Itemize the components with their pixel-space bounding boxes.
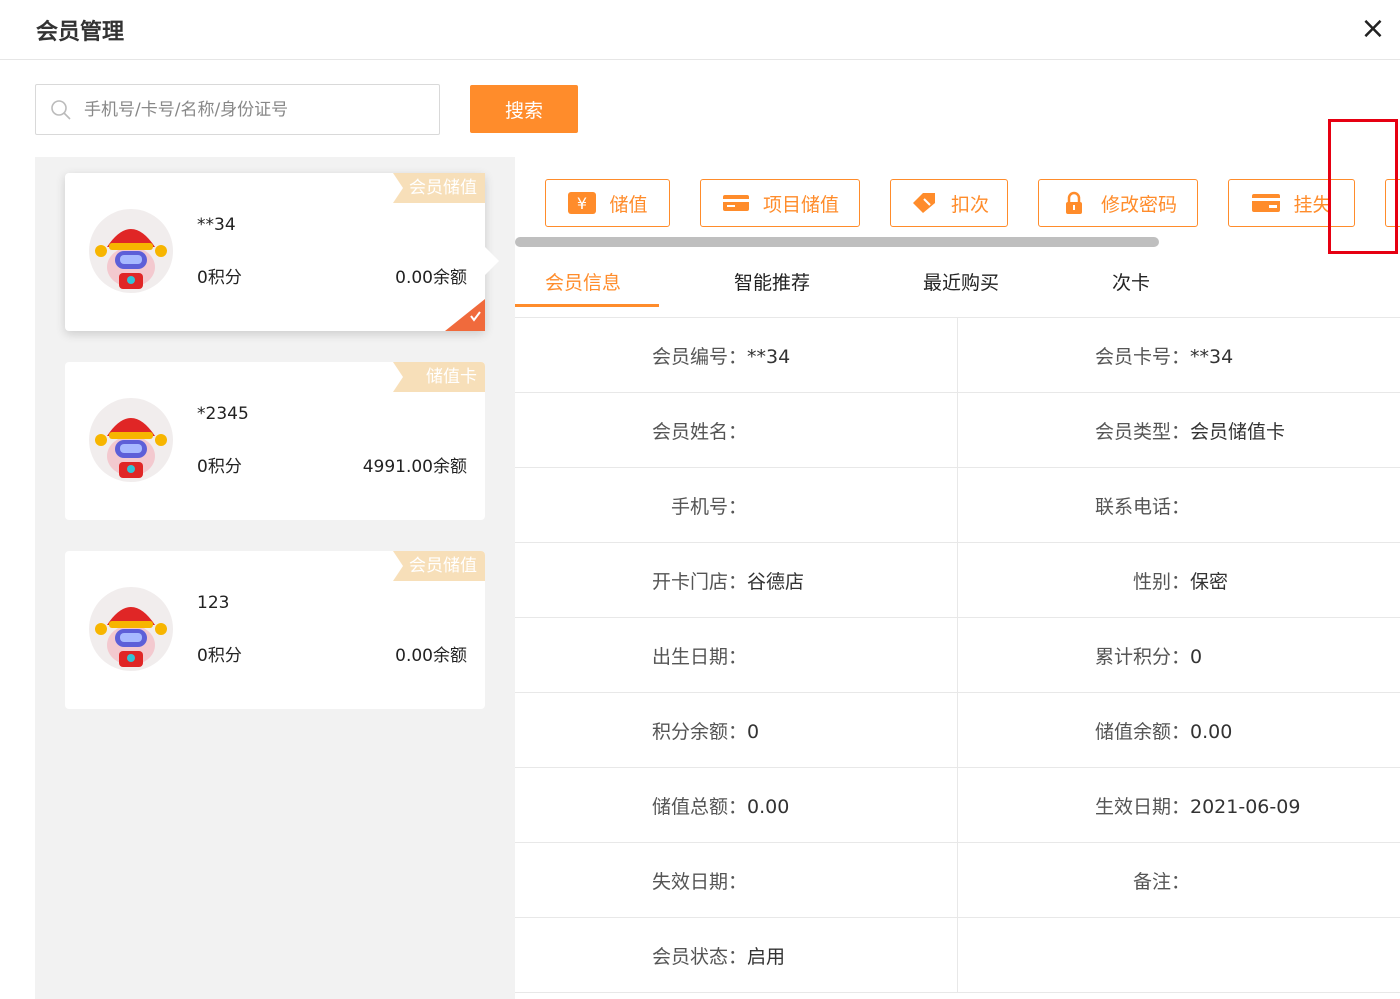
selected-check-icon — [445, 299, 485, 331]
info-cell: 会员姓名： — [651, 421, 747, 443]
tab-member-info[interactable]: 会员信息 — [545, 268, 621, 295]
card-balance: 0.00余额 — [395, 268, 467, 288]
avatar — [89, 398, 173, 482]
info-cell: 手机号： — [670, 496, 747, 518]
active-tab-indicator — [515, 304, 659, 307]
recharge-button[interactable]: ¥ 储值 — [545, 179, 670, 227]
recharge-label: 储值 — [609, 193, 648, 216]
highlight-box — [1328, 119, 1398, 254]
action-toolbar-scrollbar[interactable] — [515, 237, 1159, 247]
search-button[interactable]: 搜索 — [470, 85, 578, 133]
info-row: 手机号： 联系电话： — [515, 468, 1400, 543]
avatar — [89, 209, 173, 293]
info-cell: 性别：保密 — [1132, 571, 1229, 593]
close-icon[interactable]: × — [1360, 12, 1386, 46]
card-number: **34 — [197, 215, 236, 235]
search-icon — [51, 99, 71, 120]
info-row: 出生日期： 累计积分：0 — [515, 618, 1400, 693]
card-icon — [722, 195, 749, 211]
tab-times-card[interactable]: 次卡 — [1112, 268, 1150, 295]
card-points: 0积分 — [197, 457, 242, 477]
tab-smart-recommend[interactable]: 智能推荐 — [734, 268, 810, 295]
info-row: 会员姓名： 会员类型：会员储值卡 — [515, 393, 1400, 468]
card-number: 123 — [197, 593, 230, 613]
ticket-icon — [912, 193, 935, 213]
info-cell: 生效日期：2021-06-09 — [1094, 796, 1301, 818]
info-cell: 开卡门店：谷德店 — [651, 571, 805, 593]
dialog-title: 会员管理 — [36, 20, 125, 45]
tab-recent-purchase[interactable]: 最近购买 — [923, 268, 999, 295]
member-card[interactable]: 会员储值 **34 0积分 0.00余额 — [65, 173, 499, 331]
card-type-tag: 储值卡 — [393, 362, 485, 392]
svg-text:¥: ¥ — [577, 194, 587, 213]
member-card[interactable]: 储值卡 *2345 0积分 4991.00余额 — [65, 362, 485, 520]
info-cell: 出生日期： — [651, 646, 747, 668]
project-recharge-button[interactable]: 项目储值 — [700, 179, 860, 227]
info-cell: 储值总额：0.00 — [651, 796, 790, 818]
card-points: 0积分 — [197, 268, 242, 288]
card-report-icon — [1252, 194, 1281, 212]
info-cell: 会员卡号：**34 — [1094, 346, 1234, 368]
member-card-list: 会员储值 **34 0积分 0.00余额 储值卡 *2345 0积分 4991.… — [35, 157, 515, 999]
info-cell: 累计积分：0 — [1094, 646, 1203, 668]
project-recharge-label: 项目储值 — [762, 193, 839, 216]
lock-icon — [1065, 191, 1082, 214]
info-row: 会员编号：**34 会员卡号：**34 — [515, 318, 1400, 393]
info-cell: 积分余额：0 — [651, 721, 760, 743]
dialog-header: 会员管理 × — [0, 0, 1400, 60]
info-cell: 会员状态：启用 — [651, 946, 786, 968]
info-row: 失效日期： 备注： — [515, 843, 1400, 918]
info-cell: 联系电话： — [1094, 496, 1190, 518]
report-loss-label: 挂失 — [1293, 193, 1332, 216]
card-points: 0积分 — [197, 646, 242, 666]
info-cell: 失效日期： — [651, 871, 747, 893]
info-cell — [958, 942, 1190, 964]
card-balance: 0.00余额 — [395, 646, 467, 666]
card-type-tag: 会员储值 — [393, 173, 485, 203]
change-password-button[interactable]: 修改密码 — [1038, 179, 1198, 227]
member-info-table: 会员编号：**34 会员卡号：**34 会员姓名： 会员类型：会员储值卡 手机号… — [515, 318, 1400, 999]
change-password-label: 修改密码 — [1100, 193, 1177, 216]
info-cell: 会员编号：**34 — [651, 346, 791, 368]
info-cell: 储值余额：0.00 — [1094, 721, 1233, 743]
yen-icon: ¥ — [568, 192, 597, 214]
info-cell: 备注： — [1132, 871, 1190, 893]
card-number: *2345 — [197, 404, 249, 424]
selected-arrow — [485, 247, 499, 275]
deduct-times-label: 扣次 — [950, 193, 989, 216]
info-row: 会员状态：启用 — [515, 918, 1400, 993]
info-row: 开卡门店：谷德店 性别：保密 — [515, 543, 1400, 618]
search-input[interactable] — [84, 89, 439, 130]
info-row: 储值总额：0.00 生效日期：2021-06-09 — [515, 768, 1400, 843]
member-card[interactable]: 会员储值 123 0积分 0.00余额 — [65, 551, 485, 709]
card-balance: 4991.00余额 — [362, 457, 467, 477]
card-type-tag: 会员储值 — [393, 551, 485, 581]
search-box — [35, 84, 440, 135]
member-tabs: 会员信息 智能推荐 最近购买 次卡 — [515, 254, 1400, 318]
avatar — [89, 587, 173, 671]
deduct-times-button[interactable]: 扣次 — [890, 179, 1008, 227]
info-row: 积分余额：0 储值余额：0.00 — [515, 693, 1400, 768]
info-cell: 会员类型：会员储值卡 — [1094, 421, 1286, 443]
